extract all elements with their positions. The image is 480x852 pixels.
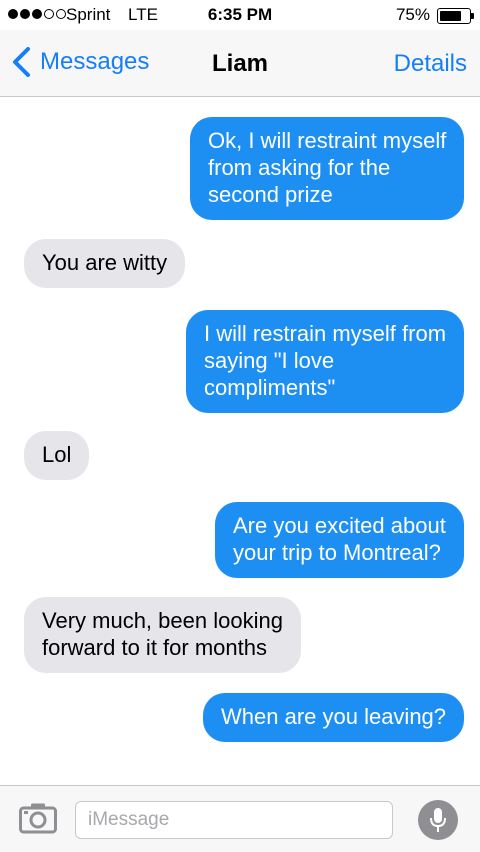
battery-percent: 75%	[395, 5, 430, 24]
camera-icon	[19, 803, 57, 834]
battery-level-fill	[440, 11, 461, 21]
message-line: saying "I love	[204, 348, 335, 373]
message-line: forward to it for months	[42, 635, 267, 660]
message-bubble-sent[interactable]: Are you excited about your trip to Montr…	[215, 502, 480, 580]
message-line: I will restrain myself from	[204, 321, 447, 346]
message-line: Ok, I will restraint myself	[208, 128, 447, 153]
message-line: Lol	[42, 442, 72, 467]
message-line: compliments"	[204, 375, 336, 400]
message-line: When are you leaving?	[221, 704, 447, 729]
details-button[interactable]: Details	[394, 50, 467, 78]
message-bubble-sent[interactable]: I will restrain myself from saying "I lo…	[186, 310, 480, 415]
message-thread[interactable]: Ok, I will restraint myself from asking …	[0, 97, 480, 785]
message-input-bar	[0, 785, 480, 852]
message-bubble-received[interactable]: Lol	[1, 431, 90, 482]
message-line: You are witty	[42, 250, 168, 275]
message-line: second prize	[208, 182, 333, 207]
imessage-input[interactable]	[75, 801, 393, 839]
message-line: Very much, been looking	[42, 608, 283, 633]
camera-button[interactable]	[19, 802, 57, 834]
microphone-button[interactable]	[418, 800, 458, 840]
microphone-icon	[430, 808, 446, 832]
message-line: Are you excited about	[233, 513, 446, 538]
battery-icon	[437, 8, 471, 24]
battery-tip	[471, 13, 474, 19]
messages-screen: Sprint LTE 6:35 PM 75% Messages Liam Det…	[0, 0, 480, 852]
status-bar: Sprint LTE 6:35 PM 75%	[0, 0, 480, 30]
message-bubble-received[interactable]: Very much, been looking forward to it fo…	[2, 597, 301, 675]
message-bubble-received[interactable]: You are witty	[1, 239, 186, 290]
message-line: from asking for the	[208, 155, 391, 180]
message-line: your trip to Montreal?	[233, 540, 441, 565]
navigation-bar: Messages Liam Details	[0, 30, 480, 97]
message-bubble-sent[interactable]: When are you leaving?	[203, 693, 480, 744]
message-bubble-sent[interactable]: Ok, I will restraint myself from asking …	[190, 117, 480, 222]
